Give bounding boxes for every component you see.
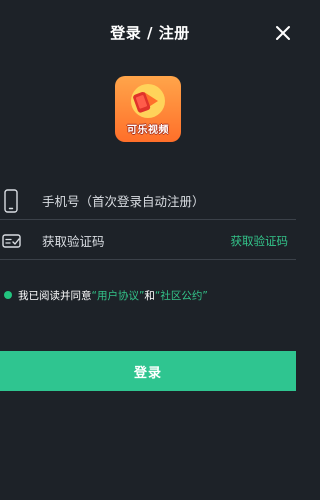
agreement-prefix: 我已阅读并同意 xyxy=(18,290,92,302)
check-dot-icon[interactable] xyxy=(4,291,12,299)
verify-code-input[interactable]: 获取验证码 xyxy=(42,231,212,251)
code-row: 获取验证码 获取验证码 xyxy=(0,223,300,259)
phone-input[interactable]: 手机号（首次登录自动注册） xyxy=(42,191,212,211)
logo-text: 可乐视频 xyxy=(127,125,169,136)
phone-row: 手机号（首次登录自动注册） xyxy=(0,183,300,219)
agreement-and: 和 xyxy=(144,290,155,302)
page-title: 登录 / 注册 xyxy=(110,24,190,42)
app-logo: 可乐视频 xyxy=(115,76,181,142)
login-button[interactable]: 登录 xyxy=(0,351,296,391)
user-agreement-link[interactable]: “用户协议” xyxy=(92,290,145,302)
header-bar: 登录 / 注册 xyxy=(0,0,300,66)
phone-divider xyxy=(0,219,296,220)
agreement-text: 我已阅读并同意“用户协议”和“社区公约” xyxy=(18,288,208,303)
phone-icon xyxy=(4,189,18,213)
agreement-row: 我已阅读并同意“用户协议”和“社区公约” xyxy=(4,288,294,304)
get-code-button[interactable]: 获取验证码 xyxy=(231,233,289,249)
close-icon[interactable] xyxy=(274,24,292,42)
verify-code-icon xyxy=(2,234,21,248)
community-guidelines-link[interactable]: “社区公约” xyxy=(155,290,208,302)
code-divider xyxy=(0,259,296,260)
